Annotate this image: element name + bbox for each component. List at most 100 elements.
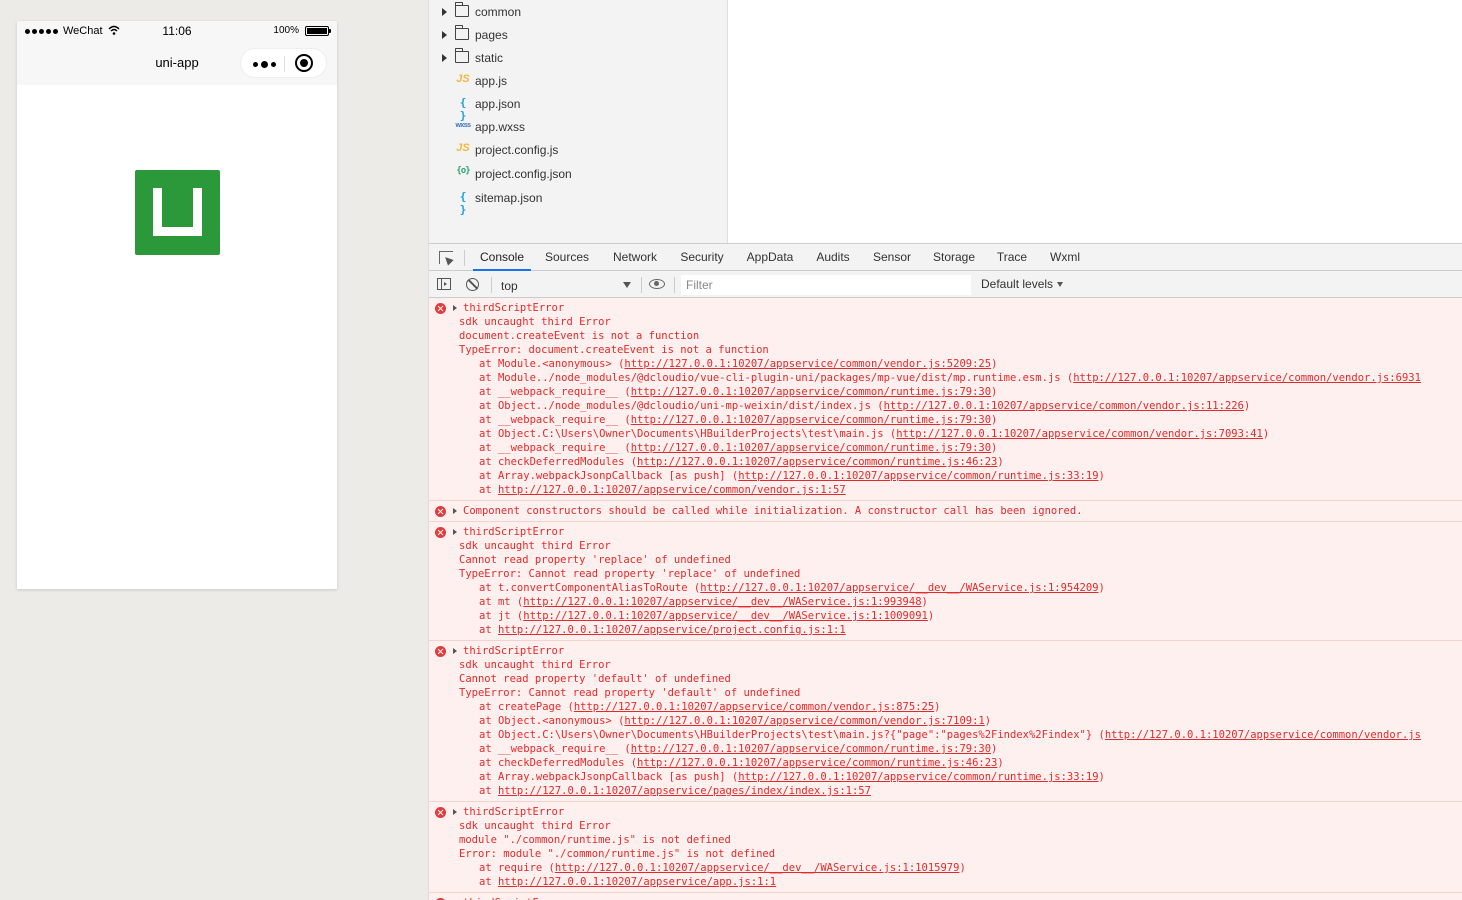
stack-frame-link[interactable]: http://127.0.0.1:10207/appservice/common… [631, 442, 991, 454]
tree-file[interactable]: JS project.config.js [429, 140, 729, 160]
tab-security[interactable]: Security [673, 244, 731, 271]
log-levels-dropdown[interactable]: Default levels [981, 277, 1064, 291]
stack-frame-link[interactable]: http://127.0.0.1:10207/appservice/common… [624, 358, 991, 370]
expand-arrow-icon[interactable] [442, 31, 447, 39]
stack-frame-link[interactable]: http://127.0.0.1:10207/appservice/common… [574, 701, 934, 713]
stack-frame-end: ) [1098, 470, 1105, 482]
close-target-icon[interactable] [295, 54, 313, 72]
stack-frame-link[interactable]: http://127.0.0.1:10207/appservice/common… [498, 484, 846, 496]
devtools-panel: Console Sources Network Security AppData Audi… [428, 243, 1462, 900]
tab-console[interactable]: Console [473, 244, 531, 271]
live-expression-eye-icon[interactable] [649, 279, 665, 289]
navigation-bar: uni-app [17, 41, 337, 85]
expand-triangle-icon[interactable] [453, 508, 457, 514]
expand-triangle-icon[interactable] [453, 305, 457, 311]
error-icon [435, 527, 446, 538]
stack-frame-link[interactable]: http://127.0.0.1:10207/appservice/__dev_… [555, 862, 960, 874]
stack-frame: at Object.C:\Users\Owner\Documents\HBuil… [459, 427, 1462, 441]
stack-frame-link[interactable]: http://127.0.0.1:10207/appservice/common… [631, 414, 991, 426]
stack-frame-link[interactable]: http://127.0.0.1:10207/appservice/__dev_… [523, 610, 928, 622]
stack-frame-link[interactable]: http://127.0.0.1:10207/appservice/projec… [498, 624, 846, 636]
tab-sensor[interactable]: Sensor [866, 244, 918, 271]
tab-separator [464, 250, 465, 266]
tab-network[interactable]: Network [605, 244, 665, 271]
stack-frame-link[interactable]: http://127.0.0.1:10207/appservice/common… [884, 400, 1244, 412]
console-error-entry[interactable]: thirdScriptError sdk uncaught third Error… [429, 298, 1462, 501]
stack-frame-link[interactable]: http://127.0.0.1:10207/appservice/common… [896, 428, 1263, 440]
tree-file[interactable]: { } app.json [429, 94, 729, 122]
console-error-entry[interactable]: thirdScriptError [429, 893, 1462, 900]
stack-frame-link[interactable]: http://127.0.0.1:10207/appservice/common… [738, 771, 1098, 783]
tab-storage[interactable]: Storage [925, 244, 983, 271]
console-toolbar: top Default levels [429, 271, 1462, 298]
stack-frame-link[interactable]: http://127.0.0.1:10207/appservice/pages/… [498, 785, 871, 797]
console-output[interactable]: thirdScriptError sdk uncaught third Error… [429, 298, 1462, 900]
tab-wxml[interactable]: Wxml [1043, 244, 1087, 271]
stack-frame-function: at mt ( [479, 596, 524, 608]
stack-frame-link[interactable]: http://127.0.0.1:10207/appservice/__dev_… [523, 596, 921, 608]
stack-frame-link[interactable]: http://127.0.0.1:10207/appservice/common… [631, 743, 991, 755]
stack-frame: at __webpack_require__ (http://127.0.0.1… [459, 385, 1462, 399]
expand-triangle-icon[interactable] [453, 648, 457, 654]
error-message-line: TypeError: Cannot read property 'default… [459, 687, 801, 699]
stack-frame-end: ) [984, 715, 992, 727]
console-error-entry[interactable]: Component constructors should be called … [429, 501, 1462, 522]
tree-folder[interactable]: common [429, 2, 729, 22]
stack-frame-link[interactable]: http://127.0.0.1:10207/appservice/common… [637, 757, 997, 769]
clear-console-icon[interactable] [466, 278, 479, 291]
stack-frame-link[interactable]: http://127.0.0.1:10207/appservice/common… [637, 456, 997, 468]
stack-frame-function: at __webpack_require__ ( [479, 743, 631, 755]
stack-frame-link[interactable]: http://127.0.0.1:10207/appservice/common… [624, 715, 984, 727]
stack-frame-function: at t.convertComponentAliasToRoute ( [479, 582, 701, 594]
stack-frame-function: at Array.webpackJsonpCallback [as push] … [479, 771, 739, 783]
stack-frame-function: at createPage ( [479, 701, 574, 713]
stack-frame-link[interactable]: http://127.0.0.1:10207/appservice/common… [738, 470, 1098, 482]
stack-frame-function: at [479, 876, 498, 888]
tab-audits[interactable]: Audits [809, 244, 857, 271]
tab-trace[interactable]: Trace [991, 244, 1033, 271]
stack-frame-link[interactable]: http://127.0.0.1:10207/appservice/app.js… [498, 876, 776, 888]
show-sidebar-icon[interactable] [437, 278, 451, 290]
stack-frame-link[interactable]: http://127.0.0.1:10207/appservice/common… [631, 386, 991, 398]
console-error-entry[interactable]: thirdScriptError sdk uncaught third Error… [429, 802, 1462, 893]
stack-frame-link[interactable]: http://127.0.0.1:10207/appservice/common… [1105, 729, 1421, 741]
tree-folder[interactable]: static [429, 48, 729, 68]
expand-arrow-icon[interactable] [442, 8, 447, 16]
tab-appdata[interactable]: AppData [739, 244, 801, 271]
console-error-entry[interactable]: thirdScriptError sdk uncaught third Error… [429, 522, 1462, 641]
chevron-down-icon [623, 282, 631, 288]
folder-icon [455, 25, 469, 40]
stack-frame: at __webpack_require__ (http://127.0.0.1… [459, 742, 1462, 756]
tree-item-label: app.json [475, 97, 521, 111]
context-value: top [501, 279, 518, 293]
tab-sources[interactable]: Sources [539, 244, 595, 271]
editor-area [728, 0, 1462, 243]
stack-frame-link[interactable]: http://127.0.0.1:10207/appservice/__dev_… [700, 582, 1098, 594]
context-selector[interactable]: top [497, 275, 633, 295]
more-dots-icon[interactable] [251, 56, 277, 72]
tree-file[interactable]: {o} project.config.json [429, 164, 729, 184]
stack-frame-end: ) [959, 862, 966, 874]
tree-file[interactable]: JS app.js [429, 71, 729, 91]
tree-item-label: sitemap.json [475, 191, 543, 205]
inspect-element-icon[interactable] [439, 251, 453, 264]
menu-capsule [240, 48, 327, 78]
error-message-line: Error: module "./common/runtime.js" is n… [459, 848, 776, 860]
stack-frame: at __webpack_require__ (http://127.0.0.1… [459, 413, 1462, 427]
log-levels-label: Default levels [981, 277, 1054, 291]
tree-folder[interactable]: pages [429, 25, 729, 45]
error-icon [435, 506, 446, 517]
tree-file[interactable]: wxss app.wxss [429, 117, 729, 137]
expand-arrow-icon[interactable] [442, 54, 447, 62]
tree-file[interactable]: { } sitemap.json [429, 188, 729, 216]
stack-frame-link[interactable]: http://127.0.0.1:10207/appservice/common… [1073, 372, 1421, 384]
toolbar-separator [674, 277, 675, 293]
stack-frame-function: at checkDeferredModules ( [479, 456, 638, 468]
stack-frame-function: at Module../node_modules/@dcloudio/vue-c… [479, 372, 1074, 384]
expand-triangle-icon[interactable] [453, 529, 457, 535]
filter-input[interactable] [681, 275, 971, 295]
error-icon [435, 646, 446, 657]
console-error-entry[interactable]: thirdScriptError sdk uncaught third Error… [429, 641, 1462, 802]
error-summary: thirdScriptError [463, 806, 565, 818]
expand-triangle-icon[interactable] [453, 809, 457, 815]
